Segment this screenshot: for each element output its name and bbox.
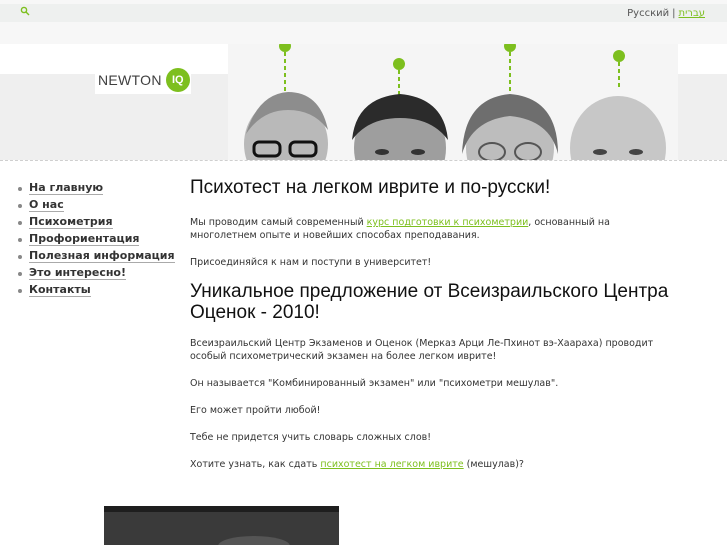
page-title: Психотест на легком иврите и по-русски! [190, 177, 551, 198]
bullet-icon [18, 220, 22, 225]
apple-icon [393, 58, 405, 96]
lang-separator: | [672, 8, 676, 19]
top-bar: Русский | עברית [0, 0, 727, 44]
intro-text: Мы проводим самый современный [190, 217, 367, 228]
course-link[interactable]: курс подготовки к психометрии [367, 217, 529, 228]
question-text: Хотите узнать, как сдать [190, 459, 321, 470]
header-divider [0, 160, 727, 161]
lang-current: Русский [627, 8, 670, 19]
sidebar-item-about[interactable]: О нас [18, 197, 175, 214]
face-4 [570, 96, 666, 160]
question-paragraph: Хотите узнать, как сдать психотест на ле… [190, 458, 670, 471]
face-1 [244, 92, 328, 160]
logo[interactable]: NEWTON IQ [95, 66, 191, 94]
sidebar-item-home[interactable]: На главную [18, 180, 175, 197]
sidebar-item-label[interactable]: Контакты [29, 284, 91, 297]
bullet-icon [18, 288, 22, 293]
sidebar-item-label[interactable]: Полезная информация [29, 250, 175, 263]
center-paragraph: Всеизраильский Центр Экзаменов и Оценок … [190, 338, 654, 362]
bullet-icon [18, 271, 22, 276]
sidebar-item-career[interactable]: Профориентация [18, 231, 175, 248]
exam-name-paragraph: Он называется "Комбинированный экзамен" … [190, 378, 559, 389]
bullet-icon [18, 254, 22, 259]
header-photo [228, 44, 678, 160]
apple-icon [279, 44, 291, 94]
sidebar-item-contacts[interactable]: Контакты [18, 282, 175, 299]
logo-text: NEWTON [98, 72, 162, 88]
apple-icon [613, 50, 625, 90]
sidebar-item-interesting[interactable]: Это интересно! [18, 265, 175, 282]
vocabulary-paragraph: Тебе не придется учить словарь сложных с… [190, 432, 432, 443]
sidebar-item-label[interactable]: Профориентация [29, 233, 140, 246]
bottom-photo [104, 506, 339, 545]
search-icon[interactable] [20, 6, 30, 16]
face-3 [462, 94, 558, 160]
sidebar-item-label[interactable]: Это интересно! [29, 267, 127, 280]
psychotest-link[interactable]: психотест на легком иврите [320, 459, 463, 470]
sidebar-nav: На главную О нас Психометрия Профориента… [18, 180, 175, 299]
sidebar-item-label[interactable]: Психометрия [29, 216, 113, 229]
language-switcher: Русский | עברית [627, 8, 705, 19]
intro-paragraph: Мы проводим самый современный курс подго… [190, 216, 670, 242]
bullet-icon [18, 186, 22, 191]
apple-icon [504, 44, 516, 92]
logo-badge: IQ [165, 68, 190, 92]
section-title: Уникальное предложение от Всеизраильског… [190, 281, 669, 323]
join-paragraph: Присоединяйся к нам и поступи в универси… [190, 257, 432, 268]
bullet-icon [18, 203, 22, 208]
sidebar-item-label[interactable]: На главную [29, 182, 104, 195]
sidebar-item-psychometry[interactable]: Психометрия [18, 214, 175, 231]
anyone-paragraph: Его может пройти любой! [190, 405, 321, 416]
lang-hebrew-link[interactable]: עברית [679, 8, 706, 19]
question-text-end: (мешулав)? [463, 459, 524, 470]
bullet-icon [18, 237, 22, 242]
main-content: Психотест на легком иврите и по-русски! … [190, 176, 670, 471]
face-2 [352, 94, 448, 160]
sidebar-item-useful-info[interactable]: Полезная информация [18, 248, 175, 265]
search-strip[interactable] [0, 4, 727, 22]
sidebar-item-label[interactable]: О нас [29, 199, 64, 212]
